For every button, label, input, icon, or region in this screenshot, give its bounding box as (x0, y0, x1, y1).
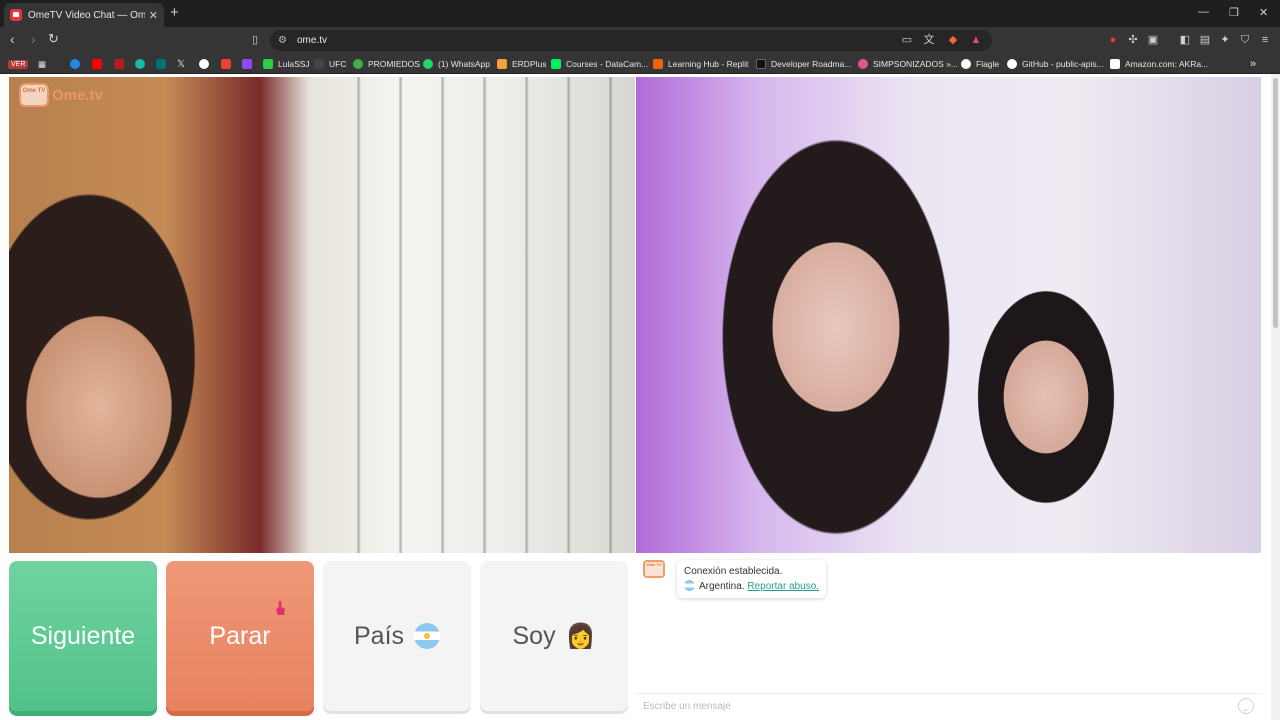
stop-button-label: Parar (209, 621, 271, 650)
amazon-icon (1110, 59, 1120, 69)
bookmark-promiedos[interactable]: PROMIEDOS (353, 57, 420, 71)
x-twitter-icon[interactable]: 𝕏 (177, 57, 185, 71)
chat-panel: Ome TV Conexión establecida. Argentina. … (636, 553, 1261, 717)
emoji-icon[interactable] (1238, 698, 1254, 714)
netflix-icon[interactable] (114, 59, 124, 69)
bookmark-icon[interactable] (70, 59, 80, 69)
remote-video (636, 77, 1261, 553)
bookmark-ufc[interactable]: UFC (314, 57, 346, 71)
minimize-button[interactable]: — (1198, 6, 1209, 18)
tab-ometv[interactable]: OmeTV Video Chat — Omeg ✕ (4, 3, 164, 27)
back-icon[interactable]: ‹ (10, 31, 15, 47)
ometv-chat-icon: Ome TV (643, 560, 665, 578)
woman-icon: 👩 (565, 622, 596, 650)
ometv-logo-icon: Ome TV (19, 83, 49, 107)
extensions-icon[interactable]: ✣ (1126, 33, 1140, 47)
ometv-page: Ome TV Ome.tv Siguiente Parar País Soy 👩… (0, 74, 1280, 720)
brave-rewards-icon[interactable]: ▲ (969, 33, 983, 47)
apps-icon[interactable]: ▦ (38, 57, 46, 71)
forward-icon[interactable]: › (31, 31, 36, 47)
brave-shield-icon[interactable]: ◆ (946, 33, 960, 47)
stop-button[interactable]: Parar (166, 561, 314, 711)
scrollbar-thumb[interactable] (1273, 78, 1278, 328)
next-button[interactable]: Siguiente (9, 561, 157, 711)
bookmark-icon (263, 59, 273, 69)
report-abuse-link[interactable]: Reportar abuso. (747, 581, 819, 592)
new-tab-button[interactable]: + (170, 4, 179, 21)
vpn-icon[interactable]: ⛉ (1238, 33, 1252, 47)
extension-red-icon[interactable]: ● (1106, 33, 1120, 47)
bookmark-roadmap[interactable]: Developer Roadma... (756, 57, 851, 71)
bookmark-flagle[interactable]: Flagle (961, 57, 999, 71)
tab-close-icon[interactable]: ✕ (149, 9, 158, 22)
country-button-label: País (353, 621, 405, 650)
restore-button[interactable]: ❐ (1229, 6, 1239, 19)
bookmark-icon (858, 59, 868, 69)
bookmark-simpsonizados[interactable]: SIMPSONIZADOS »... (858, 57, 958, 71)
url-text: ome.tv (296, 35, 327, 46)
ometv-logo-text: Ome.tv (52, 86, 103, 104)
bookmark-amazon[interactable]: Amazon.com: AKRa... (1110, 57, 1208, 71)
browser-toolbar: ‹ › ↻ ▯ ⚙ ome.tv ▭ 文 ◆ ▲ ● ✣ ▣ ◧ ▤ ✦ ⛉ ≡ (0, 27, 1280, 54)
github-icon (1007, 59, 1017, 69)
bookmark-icon (551, 59, 561, 69)
bookmark-icon (653, 59, 663, 69)
bookmark-icon[interactable] (135, 59, 145, 69)
local-video: Ome TV Ome.tv (9, 77, 635, 553)
site-settings-icon[interactable]: ⚙ (278, 35, 287, 46)
threads-icon[interactable] (199, 59, 209, 69)
address-bar[interactable]: ⚙ ome.tv (270, 30, 992, 51)
globe-icon (961, 59, 971, 69)
ometv-favicon-icon (10, 9, 22, 21)
partner-location: Argentina. Reportar abuso. (684, 579, 819, 594)
tab-bar: OmeTV Video Chat — Omeg ✕ + — ❐ ✕ (0, 0, 1280, 27)
twitch-icon[interactable] (242, 59, 252, 69)
bookmark-erdplus[interactable]: ERDPlus (497, 57, 546, 71)
whatsapp-icon (423, 59, 433, 69)
gmail-icon[interactable] (221, 59, 231, 69)
bookmark-icon[interactable] (156, 59, 166, 69)
bookmark-icon (314, 59, 324, 69)
window-close-button[interactable]: ✕ (1259, 6, 1268, 19)
country-button[interactable]: País (323, 561, 471, 711)
menu-icon[interactable]: ≡ (1258, 33, 1272, 47)
gender-button-label: Soy (512, 621, 556, 650)
more-bookmarks-icon[interactable]: » (1250, 57, 1256, 71)
page-scrollbar[interactable] (1271, 74, 1280, 720)
argentina-flag-icon (684, 580, 695, 591)
next-button-label: Siguiente (30, 621, 136, 650)
bookmarks-bar: VER ▦ 𝕏 LulaSSJ UFC PROMIEDOS (1) WhatsA… (0, 54, 1280, 74)
system-message: Conexión establecida. Argentina. Reporta… (677, 560, 827, 598)
chat-message-input[interactable] (643, 698, 1223, 714)
connection-status: Conexión establecida. (684, 566, 783, 577)
translate-icon[interactable]: 文 (922, 33, 936, 47)
argentina-flag-icon (414, 623, 441, 649)
screenshot-icon[interactable]: ▣ (1146, 33, 1160, 47)
bookmark-github[interactable]: GitHub - public-apis... (1007, 57, 1104, 71)
ometv-logo: Ome TV Ome.tv (19, 83, 103, 107)
reload-icon[interactable]: ↻ (48, 31, 59, 47)
bookmark-datacamp[interactable]: Courses - DataCam... (551, 57, 648, 71)
partner-country: Argentina. (699, 581, 745, 592)
leo-ai-icon[interactable]: ✦ (1218, 33, 1232, 47)
bookmark-icon[interactable]: ▯ (248, 33, 262, 47)
chat-input-row (636, 693, 1261, 717)
background-curtain (319, 77, 635, 553)
bookmark-replit[interactable]: Learning Hub - Replit (653, 57, 748, 71)
bookmark-icon (497, 59, 507, 69)
bookmark-whatsapp[interactable]: (1) WhatsApp (423, 57, 490, 71)
bookmark-lulassj[interactable]: LulaSSJ (263, 57, 310, 71)
cast-icon[interactable]: ▭ (900, 33, 914, 47)
gender-button[interactable]: Soy 👩 (480, 561, 628, 711)
bookmark-icon (353, 59, 363, 69)
wallet-icon[interactable]: ▤ (1198, 33, 1212, 47)
ver-badge[interactable]: VER (8, 57, 29, 71)
bookmark-icon (756, 59, 766, 69)
sidebar-icon[interactable]: ◧ (1178, 33, 1192, 47)
youtube-icon[interactable] (92, 59, 102, 69)
tab-title: OmeTV Video Chat — Omeg (28, 9, 145, 21)
